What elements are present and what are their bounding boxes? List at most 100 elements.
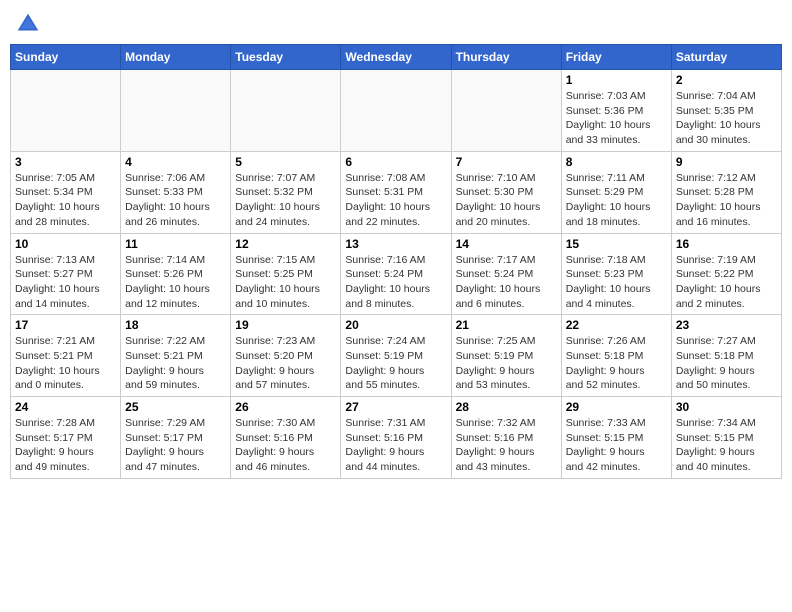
day-info: Sunrise: 7:24 AMSunset: 5:19 PMDaylight:… <box>345 334 446 393</box>
calendar-cell: 29 Sunrise: 7:33 AMSunset: 5:15 PMDayligh… <box>561 397 671 479</box>
day-number: 28 <box>456 400 557 414</box>
calendar-week-row: 1 Sunrise: 7:03 AMSunset: 5:36 PMDaylight… <box>11 70 782 152</box>
day-info: Sunrise: 7:14 AMSunset: 5:26 PMDaylight:… <box>125 253 226 312</box>
calendar-week-row: 24 Sunrise: 7:28 AMSunset: 5:17 PMDayligh… <box>11 397 782 479</box>
weekday-header-wednesday: Wednesday <box>341 45 451 70</box>
day-number: 14 <box>456 237 557 251</box>
day-info: Sunrise: 7:25 AMSunset: 5:19 PMDaylight:… <box>456 334 557 393</box>
logo <box>14 10 46 38</box>
day-info: Sunrise: 7:13 AMSunset: 5:27 PMDaylight:… <box>15 253 116 312</box>
calendar-cell: 27 Sunrise: 7:31 AMSunset: 5:16 PMDayligh… <box>341 397 451 479</box>
day-info: Sunrise: 7:18 AMSunset: 5:23 PMDaylight:… <box>566 253 667 312</box>
calendar-cell: 3 Sunrise: 7:05 AMSunset: 5:34 PMDaylight… <box>11 151 121 233</box>
calendar-cell: 28 Sunrise: 7:32 AMSunset: 5:16 PMDayligh… <box>451 397 561 479</box>
calendar-cell: 1 Sunrise: 7:03 AMSunset: 5:36 PMDaylight… <box>561 70 671 152</box>
calendar-cell <box>341 70 451 152</box>
calendar-cell: 2Sunrise: 7:04 AMSunset: 5:35 PMDaylight… <box>671 70 781 152</box>
day-number: 21 <box>456 318 557 332</box>
calendar-cell: 4 Sunrise: 7:06 AMSunset: 5:33 PMDaylight… <box>121 151 231 233</box>
day-info: Sunrise: 7:06 AMSunset: 5:33 PMDaylight:… <box>125 171 226 230</box>
page-header <box>10 10 782 38</box>
calendar-cell: 23 Sunrise: 7:27 AMSunset: 5:18 PMDayligh… <box>671 315 781 397</box>
day-info: Sunrise: 7:21 AMSunset: 5:21 PMDaylight:… <box>15 334 116 393</box>
day-info: Sunrise: 7:30 AMSunset: 5:16 PMDaylight:… <box>235 416 336 475</box>
calendar-body: 1 Sunrise: 7:03 AMSunset: 5:36 PMDaylight… <box>11 70 782 479</box>
calendar-cell: 17Sunrise: 7:21 AMSunset: 5:21 PMDayligh… <box>11 315 121 397</box>
day-number: 7 <box>456 155 557 169</box>
day-info: Sunrise: 7:22 AMSunset: 5:21 PMDaylight:… <box>125 334 226 393</box>
day-info: Sunrise: 7:11 AMSunset: 5:29 PMDaylight:… <box>566 171 667 230</box>
calendar-cell: 9 Sunrise: 7:12 AMSunset: 5:28 PMDaylight… <box>671 151 781 233</box>
calendar-cell: 24 Sunrise: 7:28 AMSunset: 5:17 PMDayligh… <box>11 397 121 479</box>
day-number: 25 <box>125 400 226 414</box>
calendar-week-row: 10 Sunrise: 7:13 AMSunset: 5:27 PMDayligh… <box>11 233 782 315</box>
day-number: 22 <box>566 318 667 332</box>
calendar-cell <box>11 70 121 152</box>
day-number: 23 <box>676 318 777 332</box>
calendar-cell: 22 Sunrise: 7:26 AMSunset: 5:18 PMDayligh… <box>561 315 671 397</box>
calendar-cell: 11 Sunrise: 7:14 AMSunset: 5:26 PMDayligh… <box>121 233 231 315</box>
day-info: Sunrise: 7:26 AMSunset: 5:18 PMDaylight:… <box>566 334 667 393</box>
calendar-cell: 8 Sunrise: 7:11 AMSunset: 5:29 PMDaylight… <box>561 151 671 233</box>
day-number: 29 <box>566 400 667 414</box>
day-info: Sunrise: 7:04 AMSunset: 5:35 PMDaylight:… <box>676 89 777 148</box>
calendar-cell: 15 Sunrise: 7:18 AMSunset: 5:23 PMDayligh… <box>561 233 671 315</box>
calendar-week-row: 17Sunrise: 7:21 AMSunset: 5:21 PMDayligh… <box>11 315 782 397</box>
day-info: Sunrise: 7:17 AMSunset: 5:24 PMDaylight:… <box>456 253 557 312</box>
day-info: Sunrise: 7:23 AMSunset: 5:20 PMDaylight:… <box>235 334 336 393</box>
day-number: 9 <box>676 155 777 169</box>
day-number: 3 <box>15 155 116 169</box>
calendar-cell <box>451 70 561 152</box>
day-number: 15 <box>566 237 667 251</box>
day-number: 13 <box>345 237 446 251</box>
day-number: 19 <box>235 318 336 332</box>
calendar-cell: 5 Sunrise: 7:07 AMSunset: 5:32 PMDaylight… <box>231 151 341 233</box>
weekday-header-tuesday: Tuesday <box>231 45 341 70</box>
day-number: 24 <box>15 400 116 414</box>
weekday-header-saturday: Saturday <box>671 45 781 70</box>
day-info: Sunrise: 7:08 AMSunset: 5:31 PMDaylight:… <box>345 171 446 230</box>
day-number: 4 <box>125 155 226 169</box>
day-number: 12 <box>235 237 336 251</box>
day-info: Sunrise: 7:27 AMSunset: 5:18 PMDaylight:… <box>676 334 777 393</box>
weekday-header-row: SundayMondayTuesdayWednesdayThursdayFrid… <box>11 45 782 70</box>
day-number: 1 <box>566 73 667 87</box>
calendar-cell: 16 Sunrise: 7:19 AMSunset: 5:22 PMDayligh… <box>671 233 781 315</box>
day-info: Sunrise: 7:12 AMSunset: 5:28 PMDaylight:… <box>676 171 777 230</box>
day-number: 5 <box>235 155 336 169</box>
calendar-cell: 26Sunrise: 7:30 AMSunset: 5:16 PMDayligh… <box>231 397 341 479</box>
day-info: Sunrise: 7:32 AMSunset: 5:16 PMDaylight:… <box>456 416 557 475</box>
day-info: Sunrise: 7:31 AMSunset: 5:16 PMDaylight:… <box>345 416 446 475</box>
calendar-header: SundayMondayTuesdayWednesdayThursdayFrid… <box>11 45 782 70</box>
calendar-cell: 7 Sunrise: 7:10 AMSunset: 5:30 PMDaylight… <box>451 151 561 233</box>
day-number: 6 <box>345 155 446 169</box>
day-info: Sunrise: 7:29 AMSunset: 5:17 PMDaylight:… <box>125 416 226 475</box>
calendar-cell <box>231 70 341 152</box>
day-number: 11 <box>125 237 226 251</box>
day-number: 10 <box>15 237 116 251</box>
day-number: 16 <box>676 237 777 251</box>
calendar-cell: 21 Sunrise: 7:25 AMSunset: 5:19 PMDayligh… <box>451 315 561 397</box>
logo-icon <box>14 10 42 38</box>
calendar-cell <box>121 70 231 152</box>
calendar-cell: 14 Sunrise: 7:17 AMSunset: 5:24 PMDayligh… <box>451 233 561 315</box>
calendar-cell: 25 Sunrise: 7:29 AMSunset: 5:17 PMDayligh… <box>121 397 231 479</box>
day-info: Sunrise: 7:16 AMSunset: 5:24 PMDaylight:… <box>345 253 446 312</box>
day-info: Sunrise: 7:33 AMSunset: 5:15 PMDaylight:… <box>566 416 667 475</box>
day-number: 20 <box>345 318 446 332</box>
day-info: Sunrise: 7:19 AMSunset: 5:22 PMDaylight:… <box>676 253 777 312</box>
calendar-cell: 20 Sunrise: 7:24 AMSunset: 5:19 PMDayligh… <box>341 315 451 397</box>
day-info: Sunrise: 7:05 AMSunset: 5:34 PMDaylight:… <box>15 171 116 230</box>
day-info: Sunrise: 7:03 AMSunset: 5:36 PMDaylight:… <box>566 89 667 148</box>
day-number: 8 <box>566 155 667 169</box>
day-number: 27 <box>345 400 446 414</box>
calendar-cell: 6 Sunrise: 7:08 AMSunset: 5:31 PMDaylight… <box>341 151 451 233</box>
day-info: Sunrise: 7:07 AMSunset: 5:32 PMDaylight:… <box>235 171 336 230</box>
weekday-header-thursday: Thursday <box>451 45 561 70</box>
day-info: Sunrise: 7:28 AMSunset: 5:17 PMDaylight:… <box>15 416 116 475</box>
weekday-header-friday: Friday <box>561 45 671 70</box>
day-number: 18 <box>125 318 226 332</box>
day-info: Sunrise: 7:10 AMSunset: 5:30 PMDaylight:… <box>456 171 557 230</box>
calendar-cell: 19 Sunrise: 7:23 AMSunset: 5:20 PMDayligh… <box>231 315 341 397</box>
calendar-cell: 30Sunrise: 7:34 AMSunset: 5:15 PMDayligh… <box>671 397 781 479</box>
